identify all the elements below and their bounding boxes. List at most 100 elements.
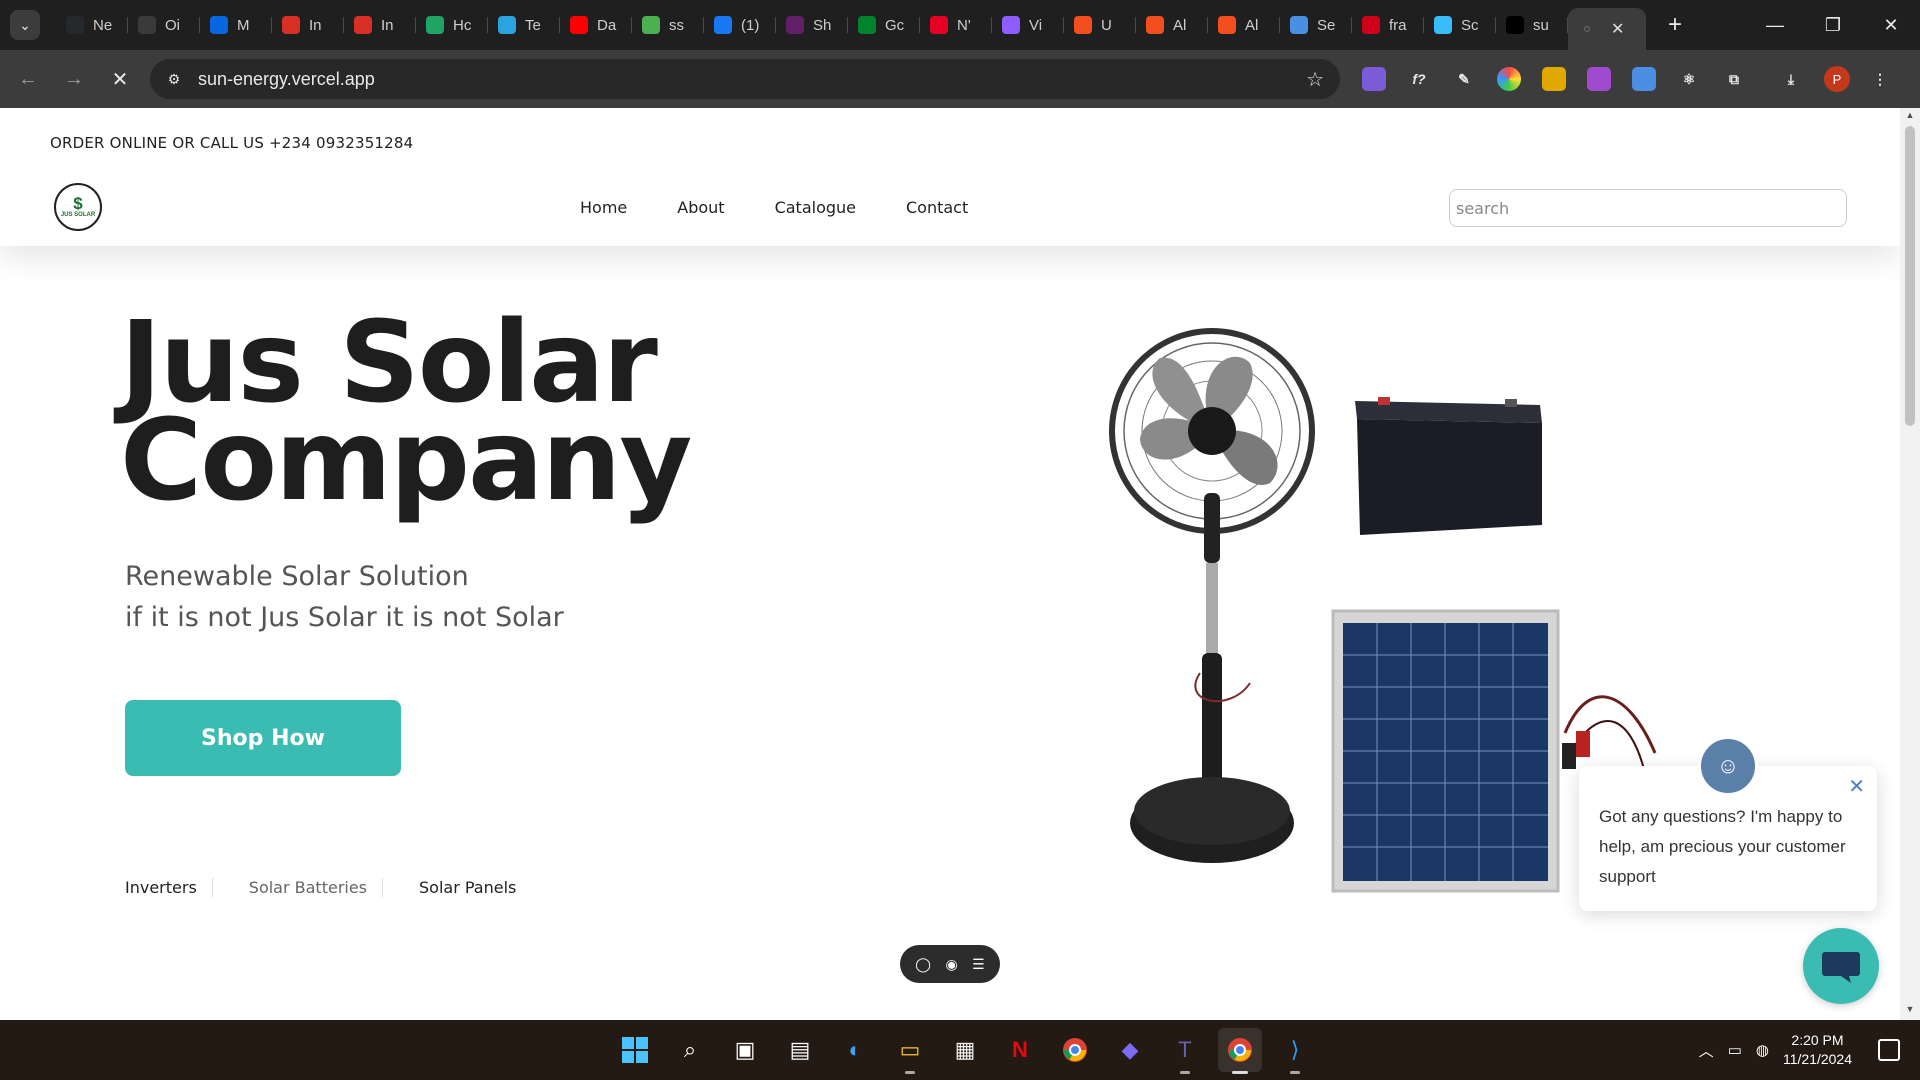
clock-date: 11/21/2024 — [1782, 1051, 1852, 1067]
widgets-icon[interactable]: ▤ — [778, 1028, 822, 1072]
browser-tab[interactable]: In — [344, 0, 416, 50]
main-nav: Home About Catalogue Contact — [580, 198, 1018, 217]
search-input[interactable] — [1449, 189, 1847, 227]
nav-contact[interactable]: Contact — [906, 198, 968, 217]
extension-icon[interactable] — [1542, 67, 1566, 91]
browser-tab[interactable]: In — [272, 0, 344, 50]
extension-icon[interactable] — [1587, 67, 1611, 91]
chrome-logo-icon — [1228, 1038, 1252, 1062]
tab-strip: Ne Oi M In In Hc Te Da ss (1) Sh Gc N' Vi U Al Al Se fra Sc… — [56, 0, 1682, 50]
netflix-icon[interactable]: N — [998, 1028, 1042, 1072]
stop-loading-button[interactable]: ✕ — [102, 61, 138, 97]
task-view-icon[interactable]: ▣ — [723, 1028, 767, 1072]
figma-icon — [1074, 16, 1092, 34]
scroll-up-arrow[interactable]: ▲ — [1900, 110, 1920, 124]
nav-catalogue[interactable]: Catalogue — [775, 198, 856, 217]
back-button[interactable]: ← — [10, 61, 46, 97]
browser-tab[interactable]: U — [1064, 0, 1136, 50]
list-icon[interactable]: ☰ — [972, 956, 985, 973]
new-tab-button[interactable]: + — [1668, 11, 1682, 39]
google-drive-icon — [426, 16, 444, 34]
browser-tab[interactable]: M — [200, 0, 272, 50]
browser-tab[interactable]: Sh — [776, 0, 848, 50]
url-text[interactable]: sun-energy.vercel.app — [198, 69, 375, 90]
chrome-profile-icon[interactable] — [1218, 1028, 1262, 1074]
browser-tab-bar: ⌄ Ne Oi M In In Hc Te Da ss (1) Sh Gc N' Vi U Al Al Se fra… — [0, 0, 1920, 50]
extension-fx-icon[interactable]: f? — [1407, 67, 1431, 91]
search-icon[interactable]: ⌕ — [668, 1028, 712, 1072]
browser-tab[interactable]: Gc — [848, 0, 920, 50]
browser-tab[interactable]: Sc — [1424, 0, 1496, 50]
teams-icon[interactable]: T — [1163, 1028, 1207, 1074]
battery-icon[interactable]: ▭ — [1728, 1041, 1742, 1059]
site-info-icon[interactable]: ⚙ — [164, 69, 184, 89]
shop-now-button[interactable]: Shop How — [125, 700, 401, 776]
category-solar-batteries[interactable]: Solar Batteries — [211, 878, 382, 897]
file-explorer-icon[interactable]: ▭ — [888, 1028, 932, 1074]
download-icon[interactable]: ⤓ — [1779, 67, 1803, 91]
system-tray: ︿ ▭ ◍ 2:20 PM 11/21/2024 — [1699, 1020, 1920, 1080]
browser-tab[interactable]: fra — [1352, 0, 1424, 50]
browser-tab[interactable]: (1) — [704, 0, 776, 50]
react-devtools-icon[interactable]: ⚛ — [1677, 67, 1701, 91]
bookmark-star-icon[interactable]: ☆ — [1306, 67, 1324, 92]
nav-about[interactable]: About — [677, 198, 724, 217]
web-page: ORDER ONLINE OR CALL US +234 0932351284 … — [0, 108, 1900, 1020]
color-picker-icon[interactable]: ✎ — [1452, 67, 1476, 91]
hero-title: Jus Solar Company — [120, 307, 692, 517]
browser-tab[interactable]: su — [1496, 0, 1568, 50]
chat-close-icon[interactable]: ✕ — [1848, 774, 1865, 799]
clock[interactable]: 2:20 PM 11/21/2024 — [1783, 1031, 1852, 1069]
close-tab-icon[interactable]: ✕ — [1611, 19, 1624, 39]
browser-tab[interactable]: Oi — [128, 0, 200, 50]
clipchamp-icon[interactable]: ◆ — [1108, 1028, 1152, 1072]
github-icon — [66, 16, 84, 34]
network-icon[interactable]: ◍ — [1756, 1041, 1769, 1059]
notifications-icon[interactable] — [1878, 1039, 1900, 1061]
browser-tab[interactable]: Ne — [56, 0, 128, 50]
edge-icon[interactable]: ◐ — [833, 1028, 877, 1072]
comment-icon[interactable]: ◯ — [915, 956, 931, 973]
close-window-button[interactable]: ✕ — [1862, 0, 1920, 50]
address-bar[interactable]: ⚙ sun-energy.vercel.app ☆ — [150, 59, 1340, 99]
restore-button[interactable]: ❐ — [1804, 0, 1862, 50]
color-wheel-icon[interactable] — [1497, 67, 1521, 91]
tab-search-button[interactable]: ⌄ — [10, 10, 40, 40]
site-logo[interactable]: $ JUS SOLAR — [54, 183, 102, 231]
chrome-logo-icon — [1063, 1038, 1087, 1062]
chat-bubble-icon — [1822, 952, 1860, 983]
browser-tab[interactable]: Se — [1280, 0, 1352, 50]
chat-launcher-button[interactable] — [1803, 928, 1879, 1004]
page-scrollbar[interactable]: ▲ ▼ — [1900, 108, 1920, 1020]
browser-tab[interactable]: ss — [632, 0, 704, 50]
browser-menu-icon[interactable]: ⋮ — [1868, 67, 1892, 91]
store-icon[interactable]: ▦ — [943, 1028, 987, 1072]
chevron-up-icon[interactable]: ︿ — [1699, 1040, 1714, 1061]
tab-title: Ne — [93, 16, 113, 34]
extension-icon[interactable] — [1632, 67, 1656, 91]
scroll-down-arrow[interactable]: ▼ — [1900, 1004, 1920, 1018]
active-browser-tab[interactable]: ◌ ✕ — [1568, 8, 1646, 50]
browser-tab[interactable]: Te — [488, 0, 560, 50]
toggle-icon[interactable]: ◉ — [945, 956, 957, 973]
start-windows-icon[interactable] — [613, 1028, 657, 1072]
windows-taskbar: ⌕ ▣ ▤ ◐ ▭ ▦ N ◆ T ⟩ ︿ ▭ ◍ 2:20 PM 11/21/… — [0, 1020, 1920, 1080]
minimize-button[interactable]: — — [1746, 0, 1804, 50]
puzzle-extensions-icon[interactable]: ⧉ — [1722, 67, 1746, 91]
scrollbar-thumb[interactable] — [1905, 126, 1915, 426]
tab-title: Da — [597, 16, 617, 34]
browser-tab[interactable]: Hc — [416, 0, 488, 50]
browser-tab[interactable]: Al — [1208, 0, 1280, 50]
chrome-icon[interactable] — [1053, 1028, 1097, 1072]
profile-avatar[interactable]: P — [1824, 66, 1850, 92]
browser-tab[interactable]: Vi — [992, 0, 1064, 50]
extension-icon[interactable] — [1362, 67, 1386, 91]
nav-home[interactable]: Home — [580, 198, 627, 217]
forward-button[interactable]: → — [56, 61, 92, 97]
vscode-icon[interactable]: ⟩ — [1273, 1028, 1317, 1074]
category-inverters[interactable]: Inverters — [125, 878, 212, 897]
browser-tab[interactable]: Da — [560, 0, 632, 50]
browser-tab[interactable]: N' — [920, 0, 992, 50]
category-solar-panels[interactable]: Solar Panels — [382, 878, 531, 897]
browser-tab[interactable]: Al — [1136, 0, 1208, 50]
